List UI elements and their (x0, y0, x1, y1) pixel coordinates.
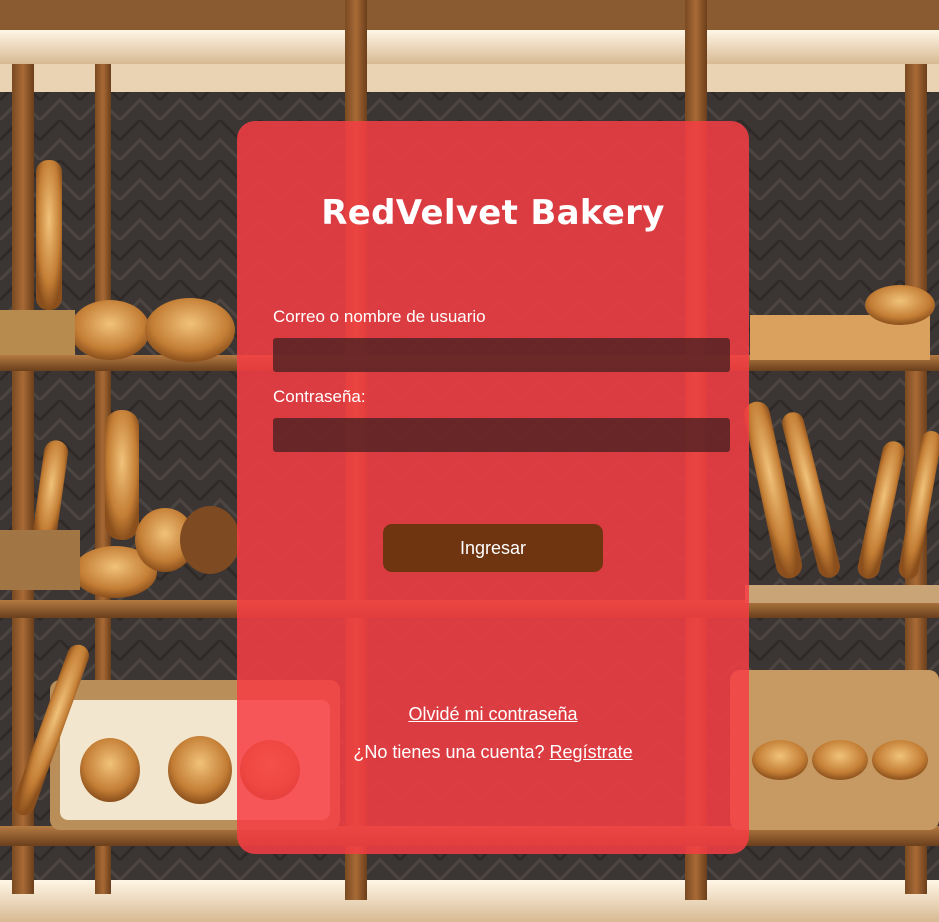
login-card: RedVelvet Bakery Correo o nombre de usua… (237, 121, 749, 854)
username-label: Correo o nombre de usuario (273, 307, 486, 326)
login-page: RedVelvet Bakery Correo o nombre de usua… (0, 0, 939, 922)
login-button[interactable]: Ingresar (383, 524, 603, 572)
register-link[interactable]: Regístrate (550, 742, 633, 762)
register-prompt: ¿No tienes una cuenta? Regístrate (237, 742, 749, 763)
no-account-text: ¿No tienes una cuenta? (353, 742, 550, 762)
password-label: Contraseña: (273, 387, 366, 406)
password-input[interactable] (273, 418, 730, 452)
username-input[interactable] (273, 338, 730, 372)
forgot-password-link[interactable]: Olvidé mi contraseña (237, 704, 749, 725)
app-title: RedVelvet Bakery (321, 193, 665, 233)
